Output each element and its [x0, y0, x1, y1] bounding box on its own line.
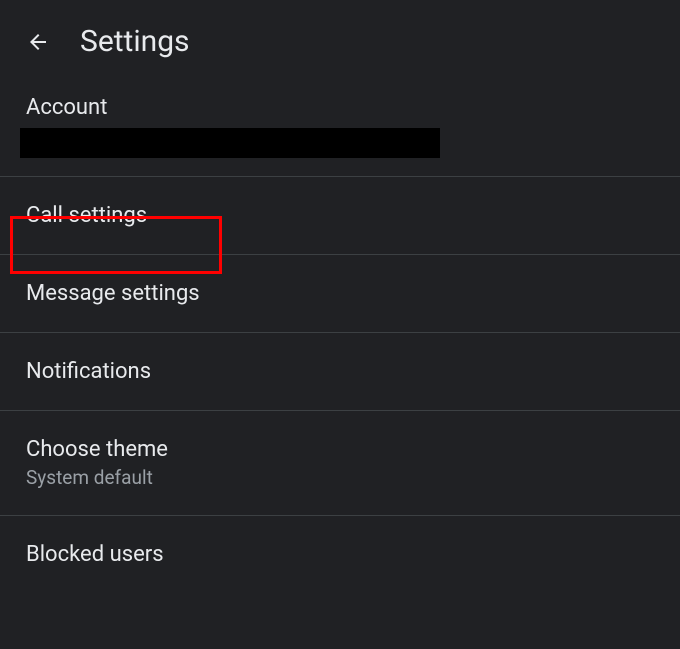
back-arrow-icon[interactable]: [26, 30, 50, 54]
settings-item-choose-theme[interactable]: Choose theme System default: [0, 411, 680, 516]
settings-item-subtitle: System default: [26, 466, 654, 489]
settings-item-call-settings[interactable]: Call settings: [0, 177, 680, 255]
settings-item-title: Blocked users: [26, 542, 654, 567]
settings-item-title: Message settings: [26, 281, 654, 306]
settings-item-title: Call settings: [26, 203, 654, 228]
header: Settings: [0, 0, 680, 79]
account-section[interactable]: Account: [0, 79, 680, 177]
settings-item-notifications[interactable]: Notifications: [0, 333, 680, 411]
account-label: Account: [26, 95, 654, 120]
page-title: Settings: [80, 24, 190, 59]
account-value-redacted: [20, 128, 440, 158]
settings-item-title: Choose theme: [26, 437, 654, 462]
settings-item-message-settings[interactable]: Message settings: [0, 255, 680, 333]
settings-item-blocked-users[interactable]: Blocked users: [0, 516, 680, 593]
settings-item-title: Notifications: [26, 359, 654, 384]
